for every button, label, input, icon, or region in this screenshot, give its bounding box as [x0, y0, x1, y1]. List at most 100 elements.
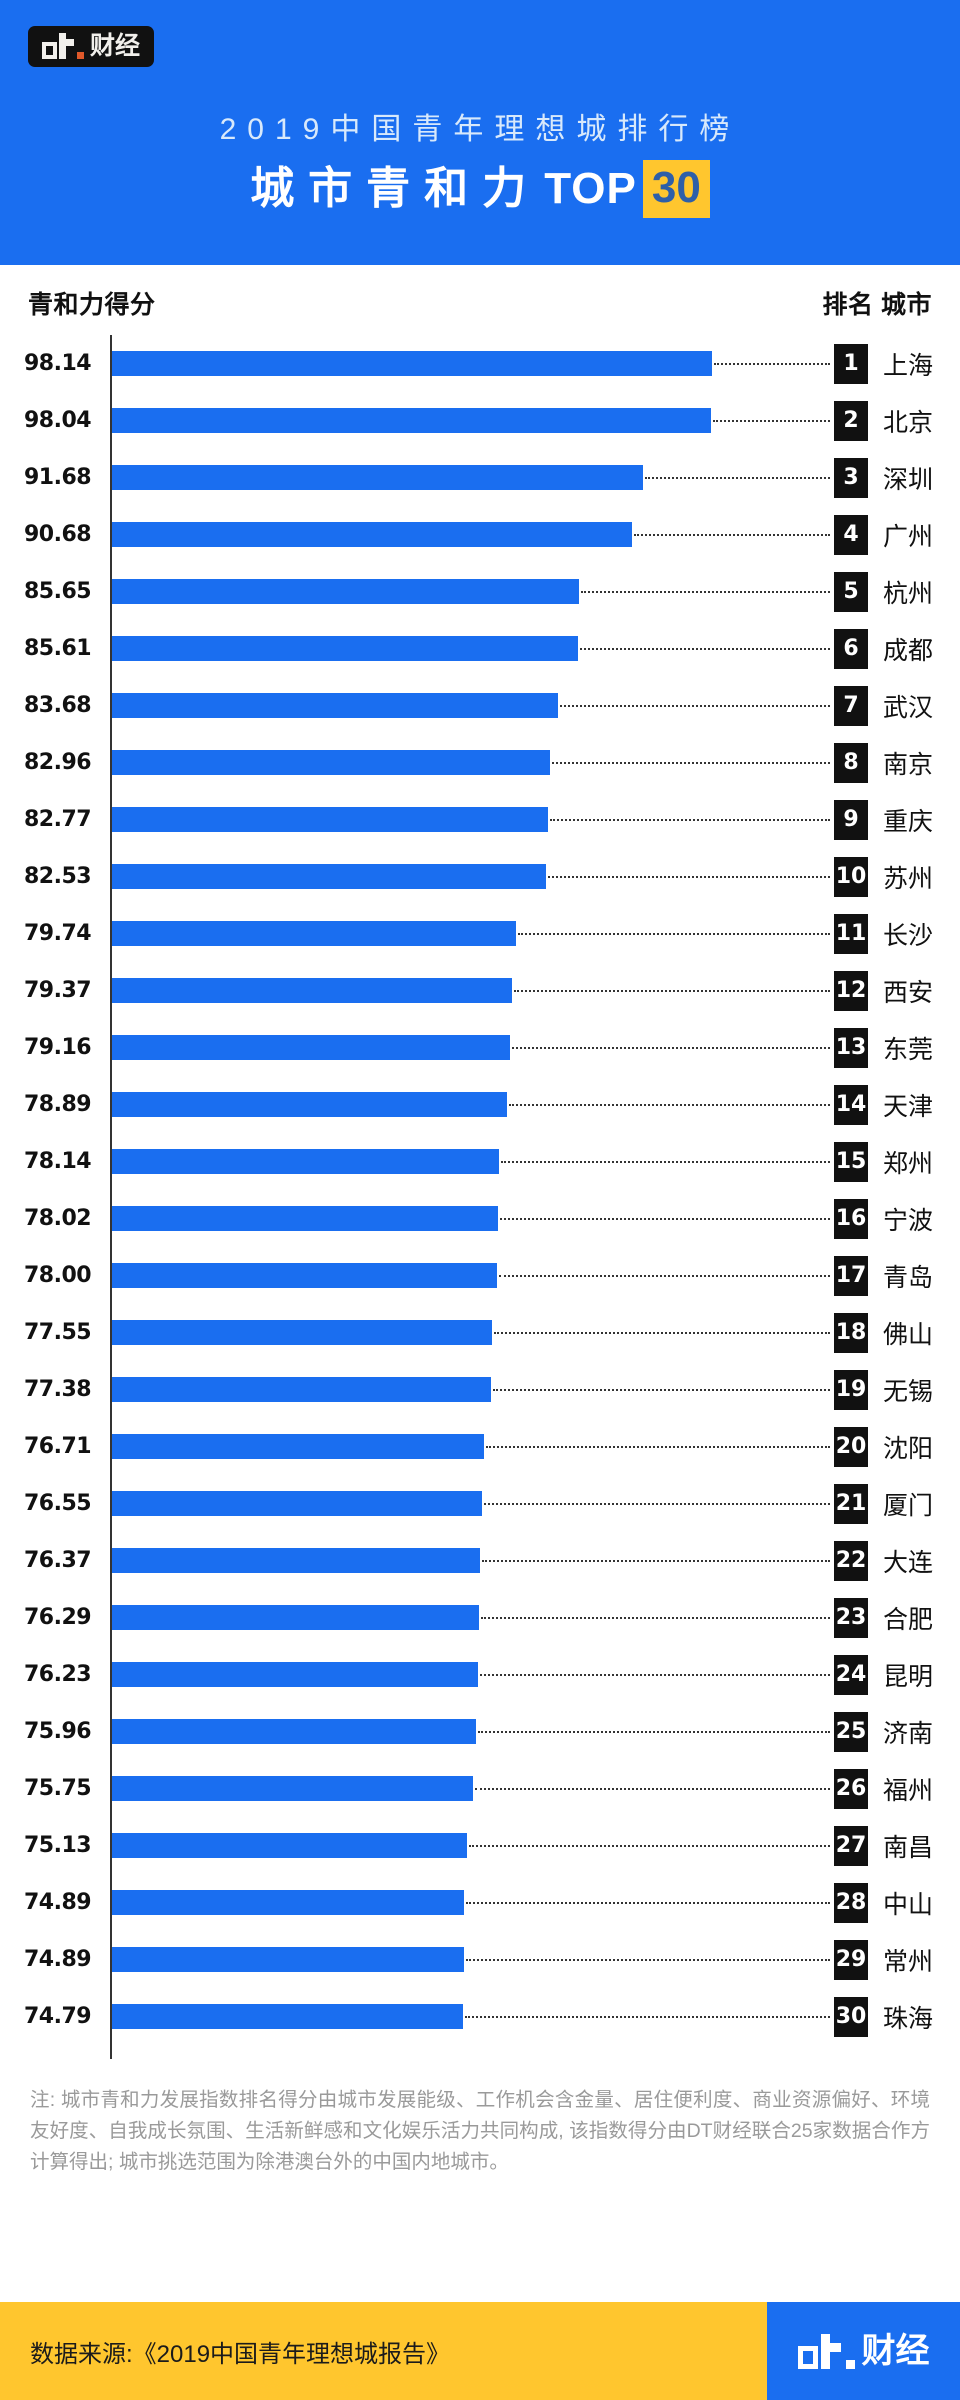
table-row: 79.74 11 长沙 — [0, 905, 960, 962]
score-value: 76.55 — [24, 1491, 92, 1516]
rank-badge: 7 — [834, 685, 868, 726]
score-bar — [112, 1377, 491, 1402]
table-row: 76.23 24 昆明 — [0, 1646, 960, 1703]
score-bar — [112, 1035, 510, 1060]
rank-badge: 9 — [834, 799, 868, 840]
rank-badge: 28 — [834, 1882, 868, 1923]
city-name: 济南 — [883, 1719, 934, 1748]
leader-dots — [480, 1673, 830, 1676]
rank-badge: 10 — [834, 856, 868, 897]
table-row: 98.04 2 北京 — [0, 392, 960, 449]
rank-badge: 30 — [834, 1996, 868, 2037]
city-name: 大连 — [883, 1548, 934, 1577]
table-row: 79.37 12 西安 — [0, 962, 960, 1019]
rank-city-column-header: 排名 城市 — [822, 291, 932, 319]
score-bar — [112, 1548, 480, 1573]
city-name: 广州 — [883, 522, 934, 551]
leader-dots — [512, 1046, 830, 1049]
score-bar — [112, 1776, 473, 1801]
bar-chart: 98.14 1 上海 98.04 2 北京 91.68 3 深圳 90.68 4 广州 85.65 5 杭州… — [0, 335, 960, 2063]
table-row: 83.68 7 武汉 — [0, 677, 960, 734]
bar-track: 11 长沙 — [112, 905, 960, 962]
table-row: 82.96 8 南京 — [0, 734, 960, 791]
city-name: 上海 — [883, 351, 934, 380]
bar-track: 9 重庆 — [112, 791, 960, 848]
bar-track: 10 苏州 — [112, 848, 960, 905]
table-row: 74.89 28 中山 — [0, 1874, 960, 1931]
table-row: 75.96 25 济南 — [0, 1703, 960, 1760]
bar-track: 7 武汉 — [112, 677, 960, 734]
rank-badge: 15 — [834, 1141, 868, 1182]
bar-track: 2 北京 — [112, 392, 960, 449]
score-value: 79.37 — [24, 978, 92, 1003]
bar-track: 12 西安 — [112, 962, 960, 1019]
score-bar — [112, 1719, 476, 1744]
score-bar — [112, 1434, 484, 1459]
rank-badge: 16 — [834, 1198, 868, 1239]
leader-dots — [482, 1559, 830, 1562]
table-row: 74.89 29 常州 — [0, 1931, 960, 1988]
bar-track: 27 南昌 — [112, 1817, 960, 1874]
letter-t-icon-footer — [820, 2333, 841, 2369]
rank-badge: 23 — [834, 1597, 868, 1638]
rank-badge: 12 — [834, 970, 868, 1011]
orange-dot-icon — [77, 52, 84, 59]
score-value: 82.77 — [24, 807, 92, 832]
dt-wordmark-icon-footer — [797, 2333, 855, 2369]
score-bar — [112, 693, 558, 718]
score-bar — [112, 807, 548, 832]
bar-track: 15 郑州 — [112, 1133, 960, 1190]
score-bar — [112, 636, 578, 661]
score-bar — [112, 1833, 467, 1858]
city-name: 长沙 — [883, 921, 934, 950]
dt-wordmark-icon — [42, 33, 84, 59]
score-value: 85.65 — [24, 579, 92, 604]
rank-badge: 22 — [834, 1540, 868, 1581]
leader-dots — [466, 1958, 830, 1961]
score-value: 77.38 — [24, 1377, 92, 1402]
bar-track: 8 南京 — [112, 734, 960, 791]
leader-dots — [645, 476, 830, 479]
bar-track: 23 合肥 — [112, 1589, 960, 1646]
rank-badge: 24 — [834, 1654, 868, 1695]
city-name: 苏州 — [883, 864, 934, 893]
dot-icon-footer — [845, 2359, 855, 2369]
score-bar — [112, 1263, 497, 1288]
leader-dots — [494, 1331, 830, 1334]
leader-dots — [469, 1844, 830, 1847]
city-name: 宁波 — [883, 1206, 934, 1235]
city-name: 沈阳 — [883, 1434, 934, 1463]
rank-badge: 8 — [834, 742, 868, 783]
table-row: 90.68 4 广州 — [0, 506, 960, 563]
city-name: 昆明 — [883, 1662, 934, 1691]
rank-badge: 21 — [834, 1483, 868, 1524]
bar-track: 1 上海 — [112, 335, 960, 392]
score-value: 76.71 — [24, 1434, 92, 1459]
leader-dots — [481, 1616, 830, 1619]
leader-dots — [493, 1388, 830, 1391]
score-value: 98.04 — [24, 408, 92, 433]
leader-dots — [548, 875, 830, 878]
city-name: 成都 — [883, 636, 934, 665]
score-bar — [112, 1947, 464, 1972]
rank-badge: 25 — [834, 1711, 868, 1752]
score-bar — [112, 1662, 478, 1687]
bar-track: 5 杭州 — [112, 563, 960, 620]
score-bar — [112, 1092, 507, 1117]
bar-track: 20 沈阳 — [112, 1418, 960, 1475]
score-value: 82.53 — [24, 864, 92, 889]
leader-dots — [484, 1502, 830, 1505]
city-name: 合肥 — [883, 1605, 934, 1634]
table-row: 77.55 18 佛山 — [0, 1304, 960, 1361]
score-value: 91.68 — [24, 465, 92, 490]
city-name: 西安 — [883, 978, 934, 1007]
table-row: 98.14 1 上海 — [0, 335, 960, 392]
bar-track: 13 东莞 — [112, 1019, 960, 1076]
city-name: 武汉 — [883, 693, 934, 722]
infographic-page: 财经 2019中国青年理想城排行榜 城市青和力 TOP 30 青和力得分 排名 … — [0, 0, 960, 2400]
score-value: 76.37 — [24, 1548, 92, 1573]
leader-dots — [465, 2015, 830, 2018]
score-bar — [112, 1149, 499, 1174]
score-value: 75.75 — [24, 1776, 92, 1801]
rank-badge: 11 — [834, 913, 868, 954]
